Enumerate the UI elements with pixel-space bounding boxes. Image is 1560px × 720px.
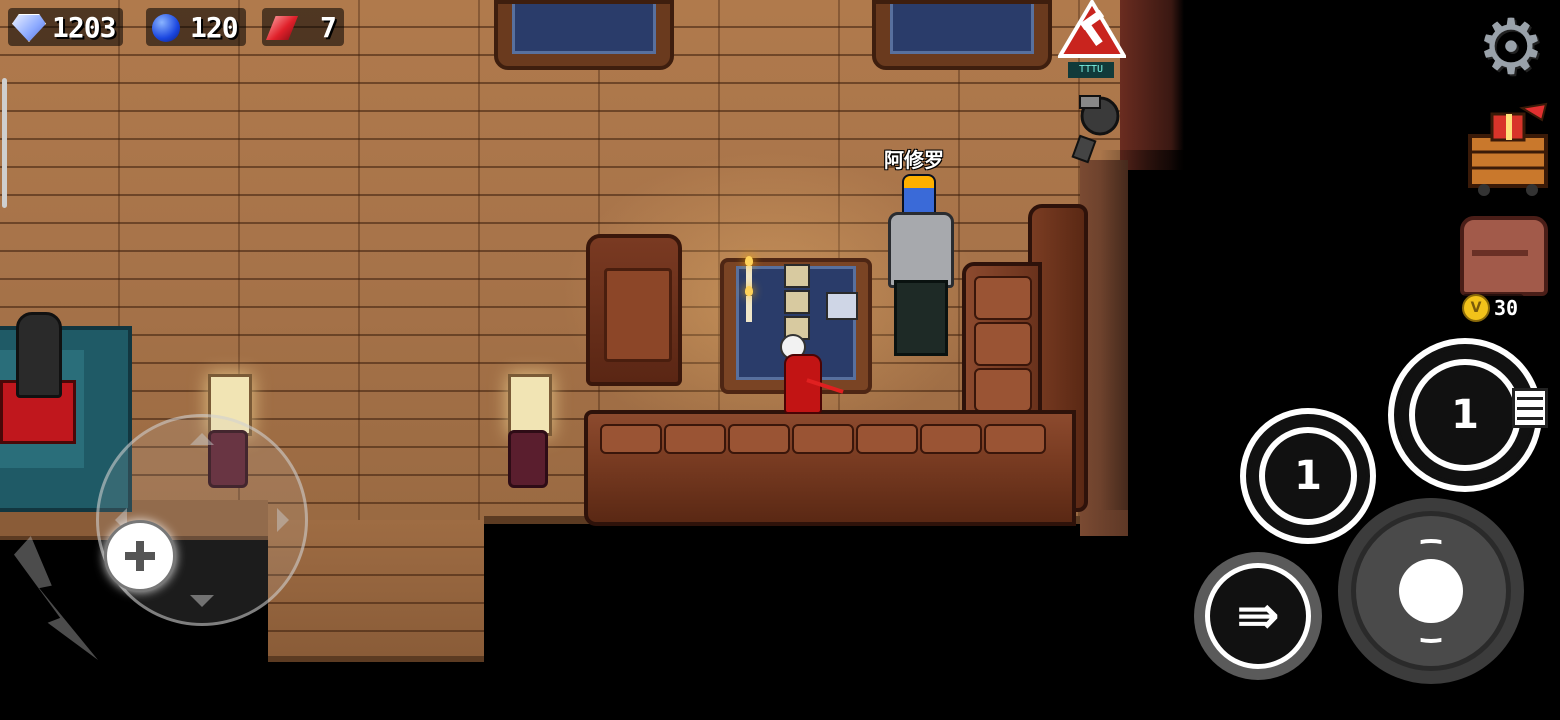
top-table-right [872, 0, 1052, 70]
wooden-chair [586, 234, 682, 386]
sign-label: TTTU [1068, 62, 1114, 78]
gift-chest-icon[interactable] [1462, 102, 1554, 198]
dpad-icon [125, 541, 155, 571]
red-gem-count: 7 [320, 10, 337, 44]
hammer-prop [1071, 95, 1120, 164]
coin-icon: V [1462, 294, 1490, 322]
attack-button[interactable] [1338, 498, 1524, 684]
arrow-down-icon [190, 595, 214, 619]
npc-character[interactable] [888, 174, 954, 356]
floor-lamp [508, 374, 552, 436]
red-gem-counter: 7 [262, 8, 344, 46]
dash-icon: ⇛ [1236, 586, 1280, 646]
arrow-right-icon [277, 508, 301, 532]
card-deck [826, 292, 858, 320]
npc-suit [888, 212, 954, 288]
diamond-count: 1203 [52, 10, 116, 44]
settings-button[interactable]: ⚙ [1472, 8, 1550, 86]
brick-wall [1120, 0, 1184, 170]
card [784, 264, 810, 288]
skill-glyph: 1 [1451, 391, 1479, 438]
diamond-icon [8, 10, 48, 44]
gear-icon: ⚙ [1476, 2, 1546, 91]
top-table-left [494, 0, 674, 70]
robot-pipe [16, 312, 62, 398]
dash-button[interactable]: ⇛ [1194, 552, 1322, 680]
arrow-up-icon [190, 421, 214, 445]
npc-name-label: 阿修罗 [884, 148, 944, 172]
skill-glyph: 1 [1294, 452, 1322, 499]
npc-legs [894, 280, 948, 356]
coin-counter: V 30 [1462, 294, 1525, 322]
card [784, 290, 810, 314]
backpack-icon[interactable] [1460, 216, 1548, 296]
lightning-icon [14, 536, 98, 660]
red-gem-icon [262, 10, 302, 44]
coin-count: 30 [1494, 296, 1519, 320]
movement-joystick[interactable] [96, 414, 308, 626]
diamond-counter: 1203 [8, 8, 124, 46]
character-skill-button[interactable]: 1 [1240, 408, 1376, 544]
blue-gem-icon [146, 10, 186, 44]
weapon-switch-icon[interactable] [1512, 388, 1548, 428]
blue-gem-counter: 120 [146, 8, 246, 46]
hammer-warning-icon[interactable] [1058, 0, 1126, 60]
joystick-knob[interactable] [104, 520, 176, 592]
lamp-stand [508, 430, 548, 488]
darkness-shade [1100, 150, 1200, 510]
sofa-long [584, 410, 1076, 526]
attack-icon [1399, 559, 1463, 623]
scroll-indicator [2, 78, 7, 208]
candle [745, 286, 753, 322]
player-character [778, 334, 844, 414]
blue-gem-count: 120 [190, 10, 239, 44]
